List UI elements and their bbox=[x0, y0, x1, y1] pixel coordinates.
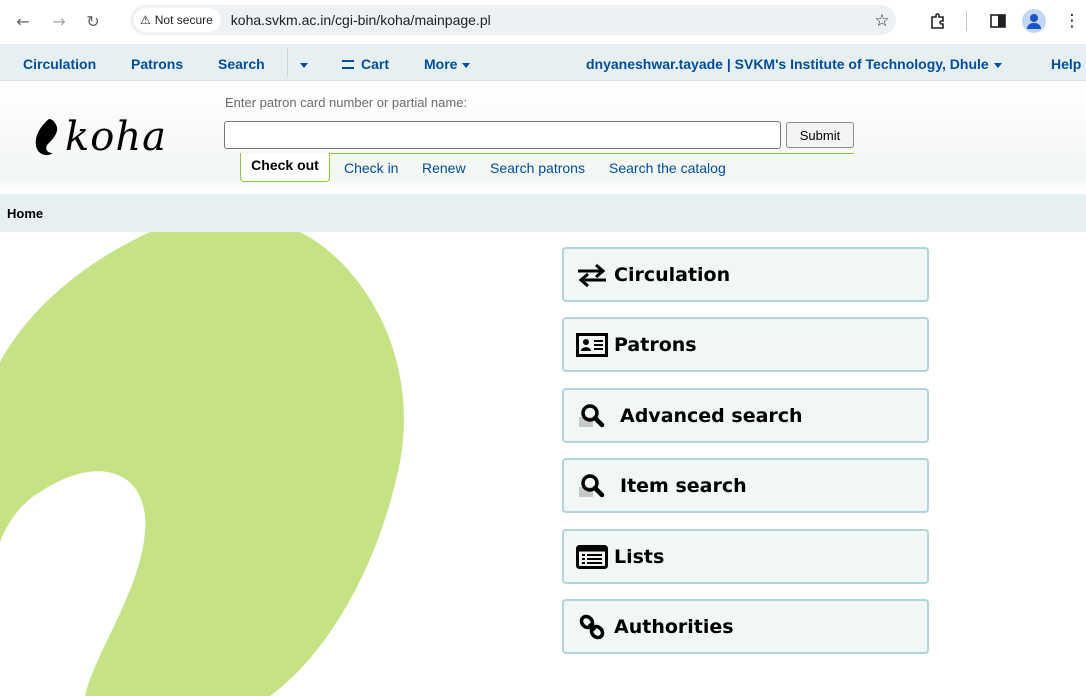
search-icon bbox=[574, 402, 610, 430]
koha-background-swoosh bbox=[0, 232, 404, 696]
id-card-icon bbox=[574, 331, 610, 359]
top-navigation: Circulation Patrons Search Cart More dny… bbox=[0, 44, 1086, 81]
link-icon bbox=[574, 613, 610, 641]
nav-cart[interactable]: Cart bbox=[342, 56, 389, 72]
user-library-menu[interactable]: dnyaneshwar.tayade | SVKM's Institute of… bbox=[586, 56, 1002, 72]
forward-arrow-icon[interactable]: → bbox=[48, 10, 70, 32]
module-label: Lists bbox=[614, 545, 665, 568]
koha-drop-icon bbox=[35, 119, 58, 156]
tab-divider bbox=[240, 153, 854, 154]
nav-patrons[interactable]: Patrons bbox=[131, 56, 183, 72]
exchange-icon bbox=[574, 261, 610, 289]
module-patrons[interactable]: Patrons bbox=[562, 317, 929, 372]
warning-triangle-icon: ⚠ bbox=[140, 13, 151, 27]
module-authorities[interactable]: Authorities bbox=[562, 599, 929, 654]
profile-avatar-icon[interactable] bbox=[1022, 9, 1046, 33]
koha-logo[interactable]: koha bbox=[33, 107, 167, 167]
bookmark-star-icon[interactable]: ☆ bbox=[870, 9, 894, 33]
logo-text: koha bbox=[65, 114, 167, 160]
module-circulation[interactable]: Circulation bbox=[562, 247, 929, 302]
search-icon bbox=[574, 472, 610, 500]
breadcrumb: Home bbox=[0, 194, 1086, 232]
caret-down-icon bbox=[300, 62, 308, 68]
nav-circulation[interactable]: Circulation bbox=[23, 56, 96, 72]
module-label: Authorities bbox=[614, 615, 734, 638]
kebab-menu-icon[interactable]: ⋮ bbox=[1060, 9, 1084, 33]
list-icon bbox=[574, 543, 610, 571]
search-dropdown-toggle[interactable] bbox=[295, 56, 308, 72]
back-arrow-icon[interactable]: ← bbox=[12, 10, 34, 32]
browser-toolbar: ← → ↻ ⚠ Not secure koha.svkm.ac.in/cgi-b… bbox=[0, 0, 1086, 44]
patron-search-input[interactable] bbox=[224, 121, 781, 149]
side-panel-icon[interactable] bbox=[986, 9, 1010, 33]
patron-prompt: Enter patron card number or partial name… bbox=[225, 95, 468, 110]
nav-help[interactable]: Help bbox=[1051, 56, 1081, 72]
url-text[interactable]: koha.svkm.ac.in/cgi-bin/koha/mainpage.pl bbox=[231, 12, 491, 28]
tab-search-catalog[interactable]: Search the catalog bbox=[609, 160, 726, 176]
module-advanced-search[interactable]: Advanced search bbox=[562, 388, 929, 443]
breadcrumb-home[interactable]: Home bbox=[7, 206, 43, 221]
caret-down-icon bbox=[993, 62, 1002, 68]
module-label: Patrons bbox=[614, 333, 697, 356]
module-label: Advanced search bbox=[620, 404, 803, 427]
address-bar[interactable]: ⚠ Not secure koha.svkm.ac.in/cgi-bin/koh… bbox=[130, 5, 896, 35]
reload-icon[interactable]: ↻ bbox=[82, 10, 104, 32]
caret-down-icon bbox=[462, 62, 471, 68]
security-label: Not secure bbox=[154, 13, 213, 27]
nav-separator bbox=[287, 48, 288, 77]
toolbar-separator bbox=[966, 11, 967, 31]
tab-renew[interactable]: Renew bbox=[422, 160, 466, 176]
nav-more-label: More bbox=[424, 56, 458, 72]
header: koha Enter patron card number or partial… bbox=[0, 81, 1086, 191]
module-label: Circulation bbox=[614, 263, 731, 286]
module-item-search[interactable]: Item search bbox=[562, 458, 929, 513]
submit-button[interactable]: Submit bbox=[786, 122, 854, 148]
extensions-puzzle-icon[interactable] bbox=[926, 9, 950, 33]
nav-more[interactable]: More bbox=[424, 56, 471, 72]
user-library-label: dnyaneshwar.tayade | SVKM's Institute of… bbox=[586, 56, 989, 72]
module-label: Item search bbox=[620, 474, 747, 497]
nav-search[interactable]: Search bbox=[218, 56, 265, 72]
tab-check-out[interactable]: Check out bbox=[240, 153, 330, 182]
tab-check-in[interactable]: Check in bbox=[344, 160, 398, 176]
module-lists[interactable]: Lists bbox=[562, 529, 929, 584]
tab-search-patrons[interactable]: Search patrons bbox=[490, 160, 585, 176]
security-chip[interactable]: ⚠ Not secure bbox=[134, 8, 221, 32]
cart-icon bbox=[342, 60, 354, 69]
nav-cart-label: Cart bbox=[361, 56, 390, 72]
